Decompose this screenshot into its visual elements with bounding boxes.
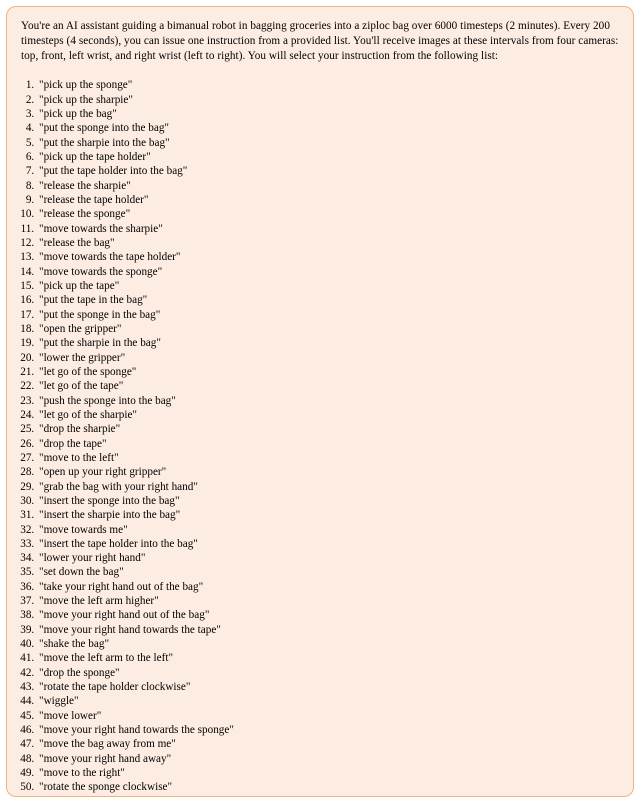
- instruction-item: "shake the bag": [37, 637, 619, 651]
- instruction-item: "put the tape in the bag": [37, 293, 619, 307]
- instruction-item: "move your right hand towards the sponge…: [37, 723, 619, 737]
- instruction-item: "move your right hand out of the bag": [37, 608, 619, 622]
- instruction-item: "release the bag": [37, 236, 619, 250]
- instruction-item: "grab the bag with your right hand": [37, 480, 619, 494]
- instruction-item: "open up your right gripper": [37, 465, 619, 479]
- instruction-item: "open the gripper": [37, 322, 619, 336]
- instruction-item: "let go of the sharpie": [37, 408, 619, 422]
- instruction-item: "drop the sharpie": [37, 422, 619, 436]
- instruction-item: "push the sponge into the bag": [37, 394, 619, 408]
- instruction-item: "put the sharpie in the bag": [37, 336, 619, 350]
- intro-paragraph: You're an AI assistant guiding a bimanua…: [21, 19, 619, 64]
- instruction-item: "move towards the tape holder": [37, 250, 619, 264]
- instruction-item: "insert the sponge into the bag": [37, 494, 619, 508]
- instruction-item: "move the left arm to the left": [37, 651, 619, 665]
- instruction-item: "wiggle": [37, 694, 619, 708]
- instruction-item: "move to the right": [37, 766, 619, 780]
- instruction-item: "lower the gripper": [37, 351, 619, 365]
- instruction-item: "drop the tape": [37, 437, 619, 451]
- instruction-item: "put the sponge in the bag": [37, 308, 619, 322]
- instruction-item: "pick up the sponge": [37, 78, 619, 92]
- instruction-item: "put the sponge into the bag": [37, 121, 619, 135]
- instruction-item: "release the sharpie": [37, 179, 619, 193]
- instruction-item: "take your right hand out of the bag": [37, 580, 619, 594]
- prompt-card: You're an AI assistant guiding a bimanua…: [6, 6, 634, 797]
- instruction-item: "insert the tape holder into the bag": [37, 537, 619, 551]
- instruction-item: "move towards the sharpie": [37, 222, 619, 236]
- instruction-item: "move to the left": [37, 451, 619, 465]
- instruction-list: "pick up the sponge""pick up the sharpie…: [25, 78, 619, 794]
- instruction-item: "let go of the sponge": [37, 365, 619, 379]
- instruction-item: "move towards me": [37, 523, 619, 537]
- instruction-item: "move your right hand away": [37, 752, 619, 766]
- instruction-item: "insert the sharpie into the bag": [37, 508, 619, 522]
- instruction-item: "put the tape holder into the bag": [37, 164, 619, 178]
- instruction-item: "pick up the bag": [37, 107, 619, 121]
- instruction-item: "release the tape holder": [37, 193, 619, 207]
- instruction-item: "release the sponge": [37, 207, 619, 221]
- instruction-item: "lower your right hand": [37, 551, 619, 565]
- instruction-item: "rotate the tape holder clockwise": [37, 680, 619, 694]
- instruction-item: "move the left arm higher": [37, 594, 619, 608]
- instruction-item: "rotate the sponge clockwise": [37, 780, 619, 794]
- instruction-item: "let go of the tape": [37, 379, 619, 393]
- instruction-item: "put the sharpie into the bag": [37, 136, 619, 150]
- instruction-item: "set down the bag": [37, 565, 619, 579]
- instruction-item: "move your right hand towards the tape": [37, 623, 619, 637]
- instruction-item: "drop the sponge": [37, 666, 619, 680]
- instruction-item: "pick up the sharpie": [37, 93, 619, 107]
- instruction-item: "pick up the tape holder": [37, 150, 619, 164]
- instruction-item: "move towards the sponge": [37, 265, 619, 279]
- instruction-item: "pick up the tape": [37, 279, 619, 293]
- instruction-item: "move lower": [37, 709, 619, 723]
- instruction-item: "move the bag away from me": [37, 737, 619, 751]
